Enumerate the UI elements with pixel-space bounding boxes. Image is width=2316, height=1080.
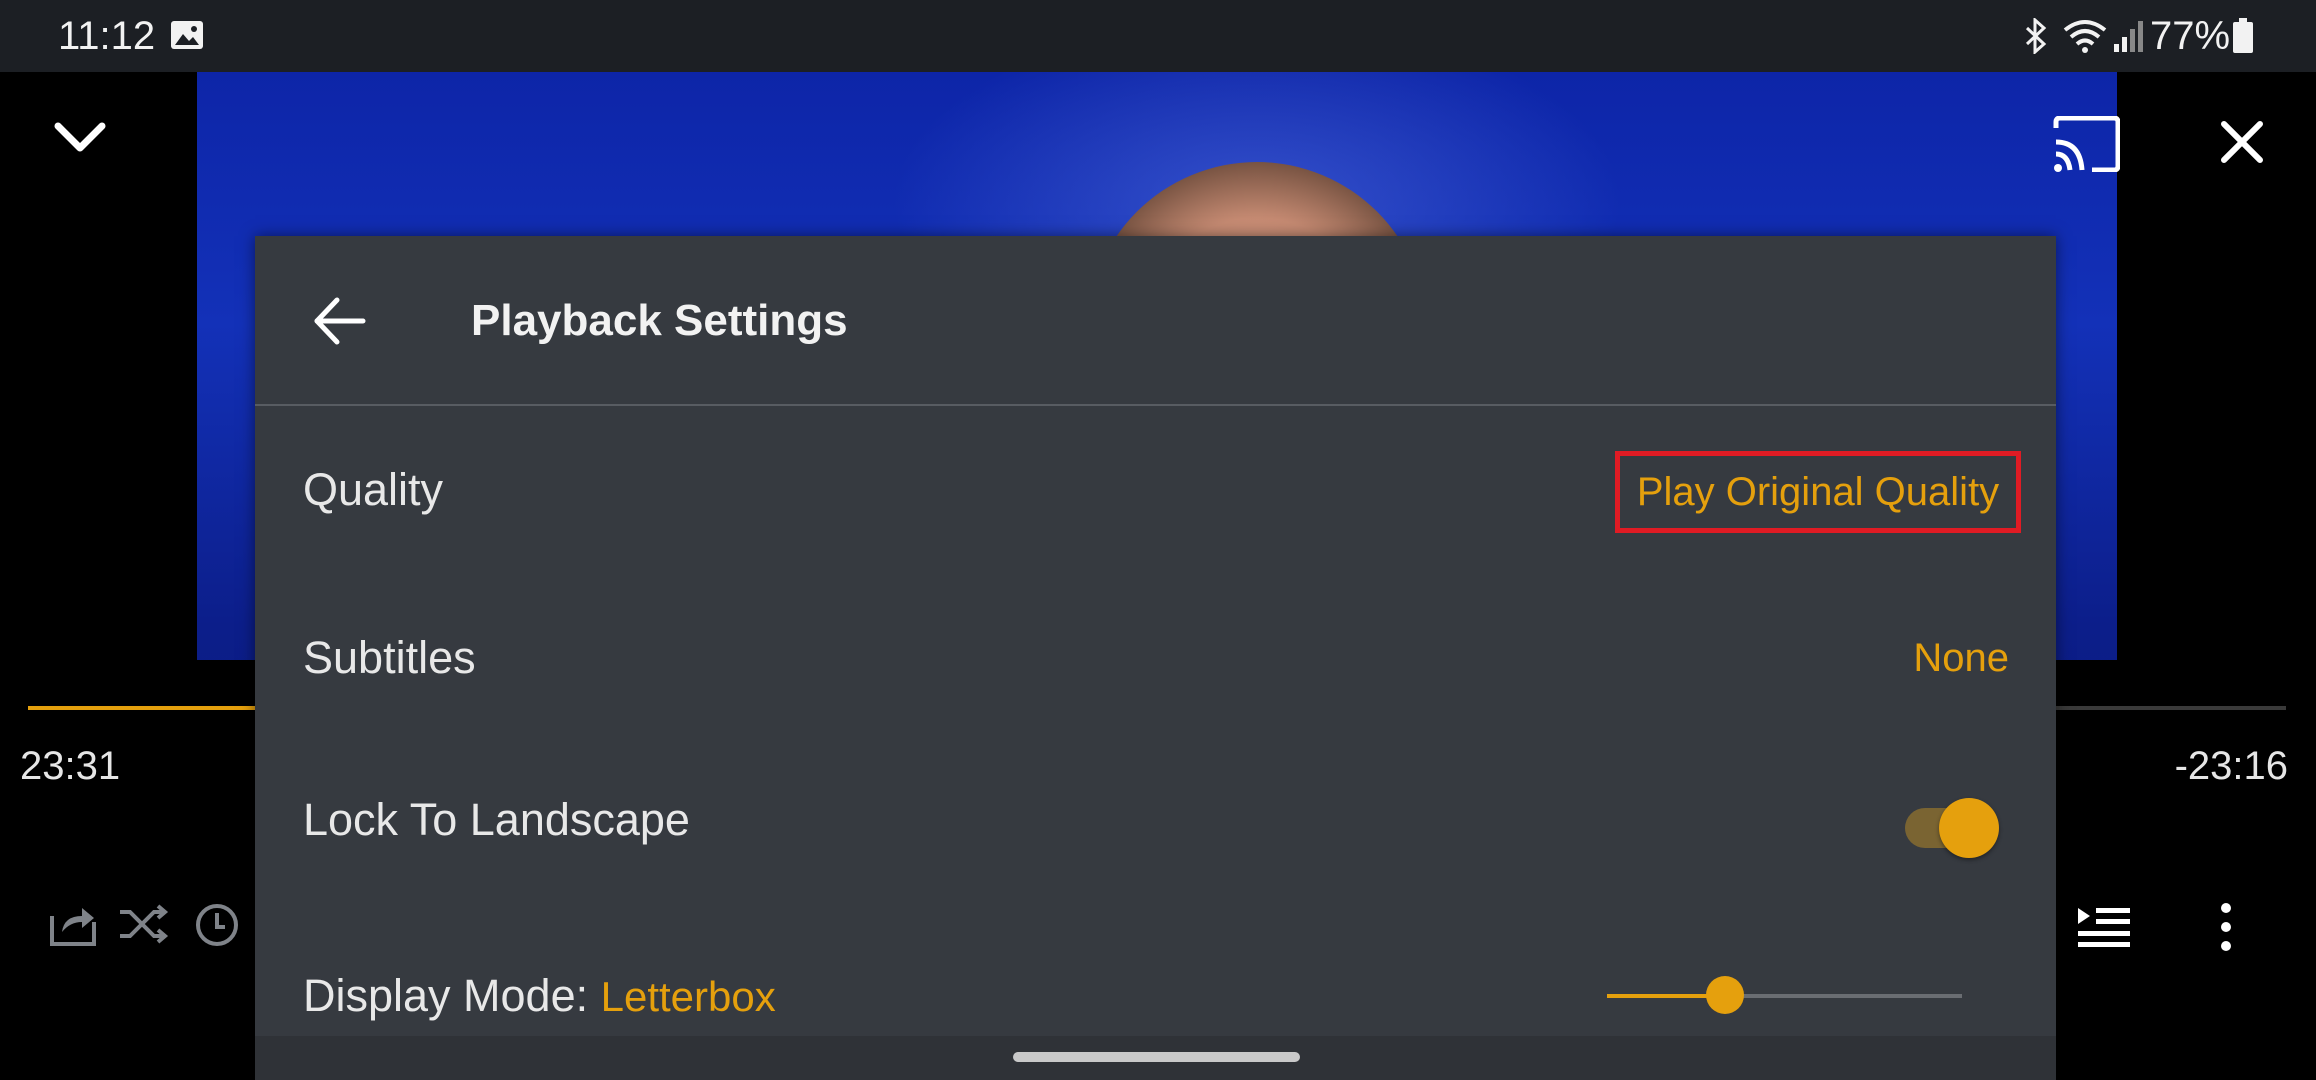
display-mode-label: Display Mode: Letterbox (303, 970, 776, 1022)
status-time: 11:12 (58, 14, 156, 58)
status-bar (0, 0, 2316, 72)
subtitles-value[interactable]: None (1913, 636, 2009, 681)
cast-icon[interactable] (2052, 115, 2121, 177)
quality-option-highlight[interactable]: Play Original Quality (1615, 451, 2021, 533)
subtitles-label: Subtitles (303, 632, 476, 683)
sheet-header: Playback Settings (255, 236, 2056, 406)
display-mode-value: Letterbox (600, 973, 776, 1020)
elapsed-time: 23:31 (20, 744, 121, 788)
lock-landscape-label: Lock To Landscape (303, 794, 690, 845)
display-mode-label-text: Display Mode: (303, 970, 601, 1021)
bluetooth-icon (2022, 16, 2050, 59)
gallery-icon (170, 20, 204, 55)
more-vert-icon[interactable] (2214, 902, 2238, 957)
toggle-knob[interactable] (1939, 798, 1999, 858)
wifi-icon (2062, 18, 2108, 59)
battery-icon (2232, 18, 2254, 59)
sleep-timer-icon[interactable] (194, 902, 240, 953)
playback-settings-sheet: Playback Settings Quality Play Original … (255, 236, 2056, 1080)
battery-percentage: 77% (2150, 14, 2231, 58)
close-icon[interactable] (2218, 118, 2266, 171)
shuffle-icon[interactable] (118, 902, 170, 951)
home-indicator[interactable] (1013, 1052, 1300, 1062)
page-title: Playback Settings (471, 296, 848, 345)
back-arrow-icon[interactable] (311, 296, 367, 351)
signal-icon (2112, 20, 2146, 57)
display-mode-slider-thumb[interactable] (1706, 976, 1744, 1014)
share-icon[interactable] (48, 902, 98, 953)
queue-icon[interactable] (2076, 904, 2132, 955)
chevron-down-icon[interactable] (52, 118, 108, 163)
quality-label: Quality (303, 464, 444, 515)
remaining-time: -23:16 (2174, 744, 2288, 788)
quality-value[interactable]: Play Original Quality (1637, 470, 1999, 515)
